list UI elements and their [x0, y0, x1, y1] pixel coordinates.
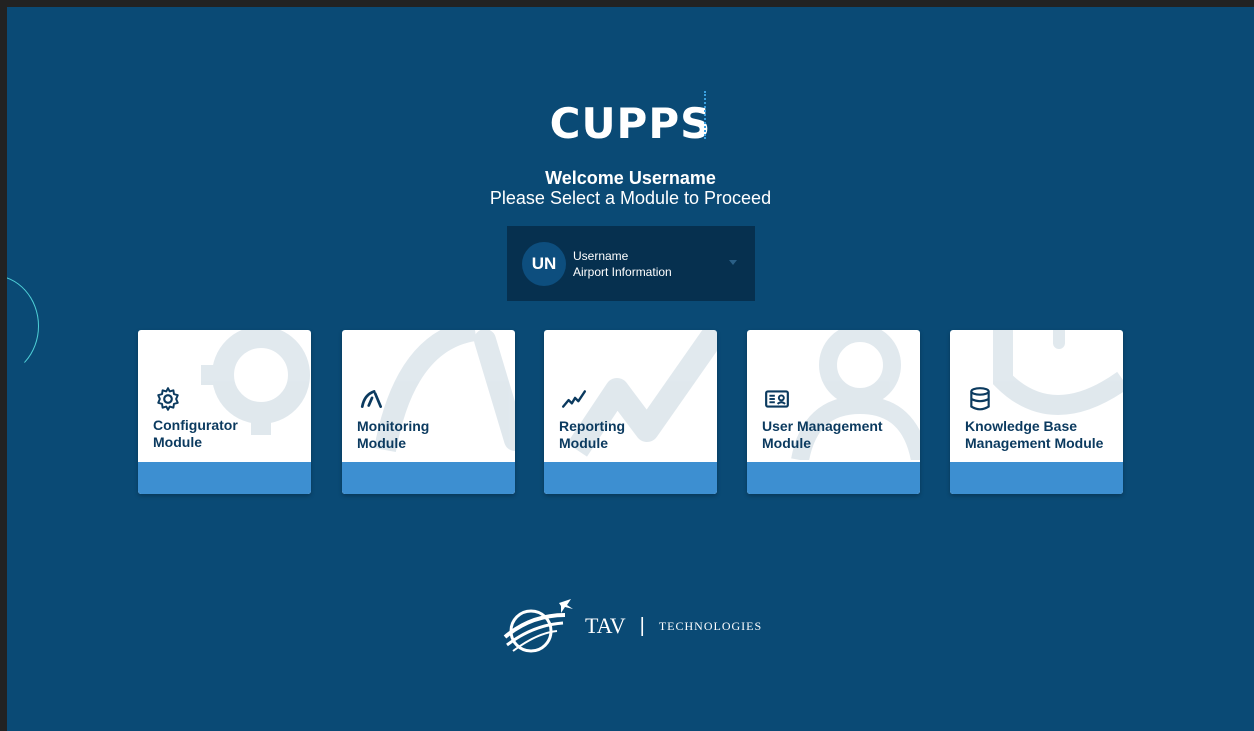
module-card-reporting[interactable]: Reporting Module: [544, 330, 717, 494]
gear-icon: [157, 387, 179, 411]
module-label: Configurator Module: [153, 417, 238, 450]
main-screen: CUPPS Welcome Username Please Select a M…: [7, 7, 1254, 731]
user-name: Username: [573, 249, 629, 263]
logo-text: CUPPS: [549, 99, 712, 148]
brand-name: TAV: [585, 613, 626, 638]
module-label: Reporting Module: [559, 418, 626, 451]
decorative-arc: [7, 275, 39, 377]
brand-suffix: TECHNOLOGIES: [658, 618, 763, 633]
footer-brand: TAV | TECHNOLOGIES: [497, 597, 762, 655]
module-card-configurator[interactable]: Configurator Module: [138, 330, 311, 494]
chevron-down-icon[interactable]: [729, 260, 737, 265]
module-card-user-management[interactable]: User Management Module: [747, 330, 920, 494]
module-label: User Management Module: [762, 418, 883, 451]
app-logo: CUPPS: [7, 99, 1254, 148]
module-card-knowledge-base[interactable]: Knowledge Base Management Module: [950, 330, 1123, 494]
brand-separator: |: [639, 614, 645, 637]
card-footer-bar: [747, 462, 920, 494]
module-label: Knowledge Base Management Module: [965, 418, 1104, 451]
top-border: [0, 0, 1254, 7]
module-card-monitoring[interactable]: Monitoring Module: [342, 330, 515, 494]
user-airport-info: Airport Information: [573, 265, 672, 279]
card-footer-bar: [950, 462, 1123, 494]
gauge-icon: [360, 390, 383, 408]
avatar: UN: [522, 242, 566, 286]
card-footer-bar: [342, 462, 515, 494]
card-footer-bar: [544, 462, 717, 494]
card-footer-bar: [138, 462, 311, 494]
welcome-title: Welcome Username: [545, 168, 716, 188]
logo-divider: [704, 91, 706, 139]
globe-plane-logo-icon: [503, 599, 573, 653]
user-selector[interactable]: UN Username Airport Information: [507, 226, 755, 301]
id-card-icon: [765, 390, 789, 408]
module-label: Monitoring Module: [357, 418, 430, 451]
left-border: [0, 0, 7, 731]
welcome-subtitle: Please Select a Module to Proceed: [489, 188, 772, 208]
database-icon: [970, 387, 990, 411]
trend-icon: [561, 390, 587, 408]
